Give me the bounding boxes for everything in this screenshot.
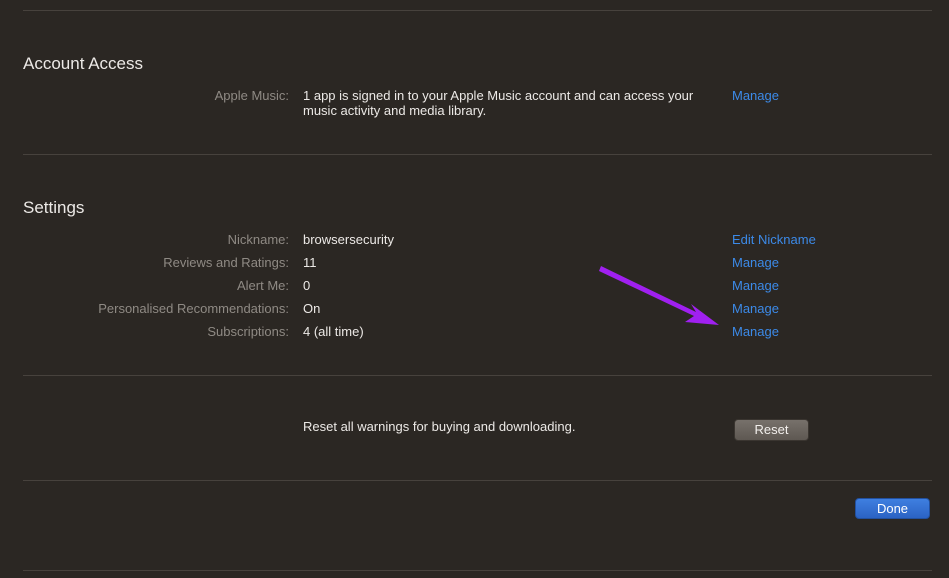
personalised-recommendations-value: On: [303, 301, 321, 316]
personalised-recommendations-label: Personalised Recommendations:: [98, 301, 289, 316]
reset-warnings-text: Reset all warnings for buying and downlo…: [303, 419, 576, 434]
arrow-icon: [599, 266, 719, 325]
done-button[interactable]: Done: [855, 498, 930, 519]
reviews-ratings-label: Reviews and Ratings:: [163, 255, 289, 270]
apple-music-value: 1 app is signed in to your Apple Music a…: [303, 88, 694, 118]
divider-top: [23, 10, 932, 11]
apple-music-manage-link[interactable]: Manage: [732, 88, 779, 103]
account-access-title: Account Access: [23, 54, 144, 73]
nickname-value: browsersecurity: [303, 232, 395, 247]
divider-settings: [23, 375, 932, 376]
apple-music-label: Apple Music:: [214, 88, 289, 103]
alert-me-label: Alert Me:: [236, 278, 289, 293]
reviews-ratings-manage-link[interactable]: Manage: [732, 255, 779, 270]
alert-me-value: 0: [303, 278, 311, 293]
nickname-label: Nickname:: [227, 232, 289, 247]
account-info-page: Account Access Apple Music: 1 app is sig…: [0, 0, 949, 578]
divider-account-access: [23, 154, 932, 155]
subscriptions-value: 4 (all time): [303, 324, 364, 339]
subscriptions-label: Subscriptions:: [207, 324, 289, 339]
settings-title: Settings: [23, 198, 85, 217]
edit-nickname-link[interactable]: Edit Nickname: [732, 232, 816, 247]
subscriptions-manage-link[interactable]: Manage: [732, 324, 779, 339]
divider-bottom: [23, 570, 932, 571]
reset-button[interactable]: Reset: [734, 419, 809, 441]
personalised-recommendations-manage-link[interactable]: Manage: [732, 301, 779, 316]
reviews-ratings-value: 11: [303, 255, 317, 270]
alert-me-manage-link[interactable]: Manage: [732, 278, 779, 293]
divider-warnings: [23, 480, 932, 481]
